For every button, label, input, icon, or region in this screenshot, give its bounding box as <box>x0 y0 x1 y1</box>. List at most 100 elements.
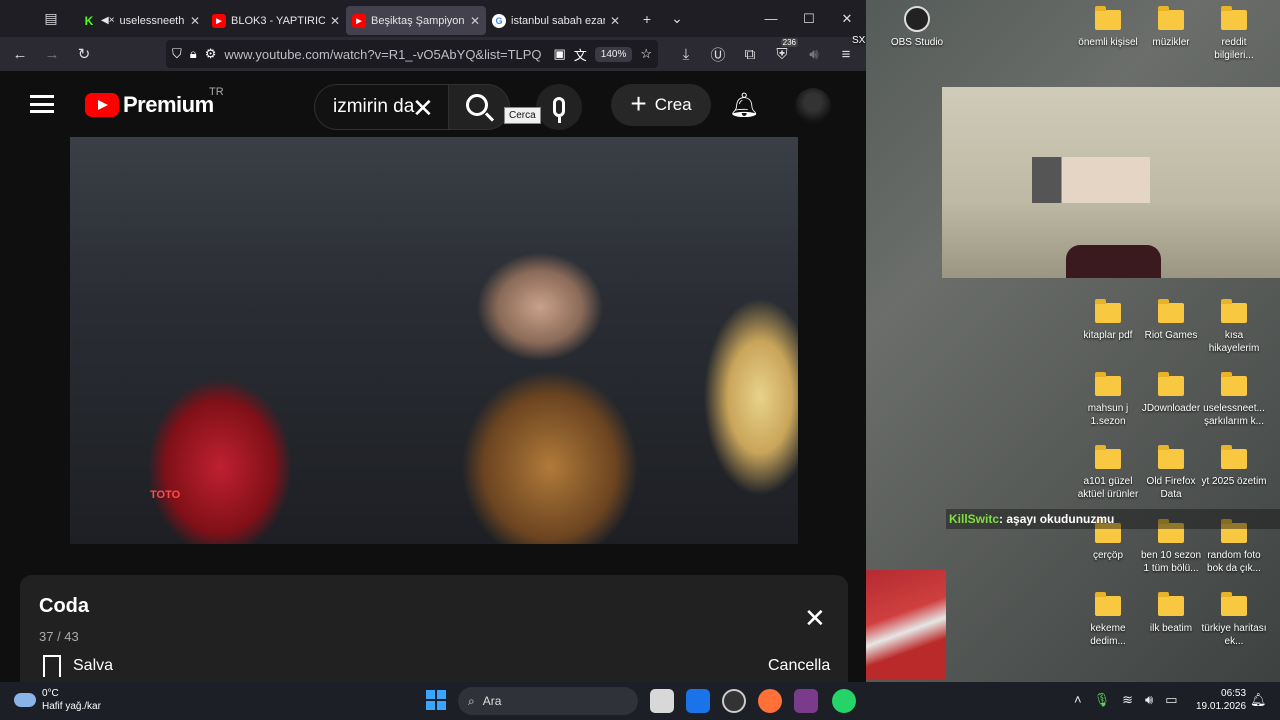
plus-icon: + <box>630 87 647 119</box>
file-explorer-icon[interactable] <box>650 689 674 713</box>
desktop-icon-label: mahsun j 1.sezon <box>1087 403 1129 427</box>
battery-icon[interactable]: ▭ <box>1165 692 1177 708</box>
folder-icon <box>1221 6 1247 30</box>
desktop-icon-obs[interactable]: OBS Studio <box>884 6 950 49</box>
back-icon[interactable]: ← <box>6 40 34 68</box>
desktop-icon[interactable]: mahsun j 1.sezon <box>1075 372 1141 428</box>
desktop-icon[interactable]: ben 10 sezon 1 tüm bölü... <box>1138 519 1204 575</box>
notification-icon[interactable]: 🔔︎ <box>1250 692 1267 708</box>
desktop-icon[interactable]: kekeme dedim... <box>1075 592 1141 648</box>
zoom-level[interactable]: 140% <box>594 46 633 62</box>
ublock-u-icon[interactable]: Ⓤ <box>704 40 732 68</box>
volume-icon[interactable]: 🔊︎ <box>1145 692 1153 708</box>
tab-overview-icon[interactable]: ▤ <box>36 4 66 34</box>
obs-taskbar-icon[interactable] <box>722 689 746 713</box>
close-tab-icon[interactable]: ✕ <box>610 14 620 28</box>
reload-icon[interactable]: ↻ <box>70 40 98 68</box>
microphone-icon <box>553 97 565 123</box>
maximize-icon[interactable]: ☐ <box>790 11 828 27</box>
chat-overlay: KillSwitc : aşayı okudunuzmu <box>946 509 1280 529</box>
folder-icon <box>1095 592 1121 616</box>
new-tab-icon[interactable]: + <box>632 4 662 34</box>
outlook-icon[interactable] <box>686 689 710 713</box>
nav-bar: ← → ↻ ⛉ 🔒︎ ⚙ www.youtube.com/watch?v=R1_… <box>0 37 866 71</box>
youtube-icon: ▶ <box>352 13 366 28</box>
url-bar[interactable]: ⛉ 🔒︎ ⚙ www.youtube.com/watch?v=R1_-vO5Ab… <box>166 40 658 68</box>
app-icon[interactable] <box>794 689 818 713</box>
notifications-bell-icon[interactable]: 🔔︎ <box>729 91 759 119</box>
firefox-icon[interactable] <box>758 689 782 713</box>
tab-blok3[interactable]: ▶ BLOK3 - YAPTIRICAZ T ✕ <box>206 6 346 35</box>
folder-icon <box>1095 299 1121 323</box>
lock-icon[interactable]: 🔒︎ <box>190 46 197 62</box>
windows-start-icon[interactable] <box>426 690 446 710</box>
tab-label: istanbul sabah ezanı - <box>511 14 605 27</box>
voice-search-button[interactable] <box>536 84 582 130</box>
chevron-up-icon[interactable]: ˄ <box>1074 692 1082 708</box>
desktop-icon[interactable]: önemli kişisel <box>1075 6 1141 49</box>
desktop-icon[interactable]: ilk beatim <box>1138 592 1204 635</box>
translate-icon[interactable]: 文 <box>574 45 587 64</box>
forward-icon[interactable]: → <box>38 40 66 68</box>
wifi-icon[interactable]: ≋ <box>1122 692 1133 708</box>
taskbar-search[interactable]: ⌕ Ara <box>458 687 638 715</box>
desktop-icon-label: türkiye haritası ek... <box>1201 623 1267 647</box>
cancel-queue-button[interactable]: Cancella <box>768 657 830 675</box>
create-button[interactable]: + Crea <box>611 84 711 126</box>
chair <box>1066 245 1161 278</box>
folder-icon <box>1095 6 1121 30</box>
youtube-premium-logo[interactable]: Premium <box>85 92 214 118</box>
tab-kick[interactable]: K ◀× uselessneethikikor ✕ <box>76 6 206 35</box>
avatar[interactable] <box>795 88 831 124</box>
desktop-icon[interactable]: uselessneet... şarkılarım k... <box>1201 372 1267 428</box>
desktop-icon[interactable]: kitaplar pdf <box>1075 299 1141 342</box>
tab-label: Beşiktaş Şampiyonluk <box>371 14 465 27</box>
minimize-icon[interactable]: — <box>752 11 790 27</box>
desktop-icon[interactable]: müzikler <box>1138 6 1204 49</box>
desktop-icon-label: JDownloader <box>1141 403 1201 414</box>
folder-icon <box>1158 299 1184 323</box>
save-queue-button[interactable]: Salva <box>43 655 113 677</box>
shield-icon[interactable]: ⛉ <box>172 46 182 62</box>
youtube-icon: ▶ <box>212 13 226 28</box>
microphone-icon[interactable]: 🎙︎ <box>1094 692 1111 708</box>
pip-icon[interactable]: ▣ <box>553 46 565 62</box>
list-tabs-icon[interactable]: ⌄ <box>662 4 692 34</box>
search-button[interactable] <box>448 84 510 130</box>
extensions-icon[interactable]: ⧉ <box>736 40 764 68</box>
clock[interactable]: 06:53 19.01.2026 <box>1196 687 1246 713</box>
desktop-icon-label: kekeme dedim... <box>1090 623 1126 647</box>
weather-widget[interactable]: 0°C Hafif yağ./kar <box>14 687 101 713</box>
video-player[interactable]: TOTO <box>70 137 798 544</box>
speaker-icon[interactable]: 🔊︎ <box>800 40 828 68</box>
desktop-icon[interactable]: kısa hikayelerim <box>1201 299 1267 355</box>
desktop-icon[interactable]: a101 güzel aktüel ürünler <box>1075 445 1141 501</box>
downloads-icon[interactable]: ⤓ <box>672 40 700 68</box>
desktop-icon-label: uselessneet... şarkılarım k... <box>1203 403 1265 427</box>
speaker-muted-icon[interactable]: ◀× <box>101 15 115 26</box>
desktop-icon[interactable]: JDownloader <box>1138 372 1204 415</box>
tab-istanbul-ezan[interactable]: G istanbul sabah ezanı - ✕ <box>486 6 626 35</box>
desktop-icon[interactable]: random foto bok da çık... <box>1201 519 1267 575</box>
desktop-icon-partial[interactable]: SX <box>852 34 882 47</box>
close-queue-icon[interactable]: ✕ <box>804 603 826 634</box>
bookmark-star-icon[interactable]: ☆ <box>640 46 652 62</box>
desktop-icon[interactable]: reddit bilgileri... <box>1201 6 1267 62</box>
close-tab-icon[interactable]: ✕ <box>190 14 200 28</box>
desktop-icon[interactable]: Old Firefox Data <box>1138 445 1204 501</box>
desktop-icon-label: a101 güzel aktüel ürünler <box>1077 476 1139 500</box>
search-input-value[interactable]: izmirin da <box>333 96 414 118</box>
permissions-icon[interactable]: ⚙ <box>205 46 217 62</box>
ublock-origin-icon[interactable]: ⛨ 236 <box>768 38 798 68</box>
whatsapp-icon[interactable] <box>832 689 856 713</box>
close-tab-icon[interactable]: ✕ <box>470 14 480 28</box>
desktop-icon[interactable]: yt 2025 özetim <box>1201 445 1267 488</box>
tab-besiktas[interactable]: ▶ Beşiktaş Şampiyonluk ✕ <box>346 6 486 35</box>
clear-search-icon[interactable]: ✕ <box>412 93 434 124</box>
url-text[interactable]: www.youtube.com/watch?v=R1_-vO5AbYQ&list… <box>224 47 545 62</box>
desktop-icon[interactable]: türkiye haritası ek... <box>1201 592 1267 648</box>
hamburger-menu-icon[interactable] <box>30 95 54 113</box>
close-tab-icon[interactable]: ✕ <box>330 14 340 28</box>
close-window-icon[interactable]: ✕ <box>828 11 866 27</box>
desktop-icon[interactable]: Riot Games <box>1138 299 1204 342</box>
